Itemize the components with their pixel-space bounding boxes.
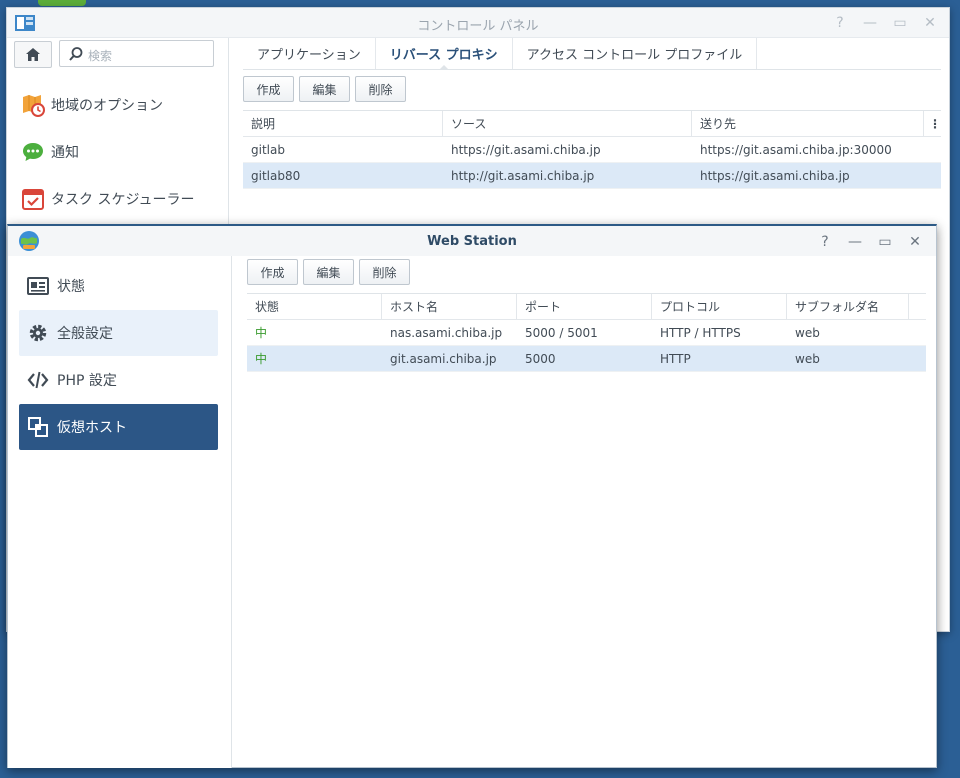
close-icon[interactable]: ✕ (900, 233, 930, 251)
web-station-main: 作成 編集 削除 状態 ホスト名 ポート プロトコル サブフォルダ名 中 nas… (247, 256, 927, 768)
desktop-icon-fragment (38, 0, 86, 6)
cell-destination: https://git.asami.chiba.jp (700, 168, 850, 183)
column-header-hostname[interactable]: ホスト名 (382, 293, 517, 320)
column-header-subfolder[interactable]: サブフォルダ名 (787, 293, 909, 320)
gear-icon (29, 324, 47, 342)
sidebar-item-status[interactable]: 状態 (19, 263, 218, 309)
sidebar-item-notification[interactable]: 通知 (21, 137, 79, 167)
cell-hostname: nas.asami.chiba.jp (390, 325, 503, 340)
column-header-protocol[interactable]: プロトコル (652, 293, 787, 320)
home-button[interactable] (14, 41, 52, 68)
cell-protocol: HTTP / HTTPS (660, 325, 741, 340)
toolbar: 作成 編集 削除 (243, 76, 406, 102)
sidebar-item-virtual-host[interactable]: 仮想ホスト (19, 404, 218, 450)
column-header-port[interactable]: ポート (517, 293, 652, 320)
notification-icon (23, 143, 43, 161)
cell-description: gitlab (251, 142, 285, 157)
sidebar-item-general-settings[interactable]: 全般設定 (19, 310, 218, 356)
virtual-host-table: 状態 ホスト名 ポート プロトコル サブフォルダ名 中 nas.asami.ch… (247, 293, 926, 372)
cell-subfolder: web (795, 351, 820, 366)
table-row[interactable]: gitlab https://git.asami.chiba.jp https:… (243, 137, 941, 163)
task-scheduler-icon (22, 189, 44, 210)
control-panel-title: コントロール パネル (417, 19, 539, 34)
region-options-icon (23, 95, 45, 117)
cell-port: 5000 / 5001 (525, 325, 598, 340)
web-station-titlebar[interactable]: Web Station ? — ▭ ✕ (8, 226, 936, 256)
table-row[interactable]: 中 nas.asami.chiba.jp 5000 / 5001 HTTP / … (247, 320, 926, 346)
column-header-description[interactable]: 説明 (243, 110, 443, 137)
cell-source: https://git.asami.chiba.jp (451, 142, 601, 157)
tab-application[interactable]: アプリケーション (243, 38, 376, 69)
web-station-window: Web Station ? — ▭ ✕ 状態 全般設定 PHP 設定 仮想ホスト… (7, 224, 937, 768)
table-header: 説明 ソース 送り先 ⋮ (243, 110, 941, 137)
column-header-source[interactable]: ソース (443, 110, 692, 137)
sidebar-item-label: PHP 設定 (57, 373, 117, 389)
cell-destination: https://git.asami.chiba.jp:30000 (700, 142, 892, 157)
sidebar-item-label: 通知 (51, 145, 79, 161)
cell-description: gitlab80 (251, 168, 301, 183)
maximize-icon[interactable]: ▭ (885, 14, 915, 32)
tab-bar: アプリケーション リバース プロキシ アクセス コントロール プロファイル (243, 38, 941, 70)
home-icon (26, 48, 40, 61)
minimize-icon[interactable]: — (855, 14, 885, 32)
virtual-host-icon (28, 417, 48, 437)
tab-access-control-profile[interactable]: アクセス コントロール プロファイル (513, 38, 758, 69)
cell-subfolder: web (795, 325, 820, 340)
sidebar-item-label: タスク スケジューラー (51, 192, 195, 208)
maximize-icon[interactable]: ▭ (870, 233, 900, 251)
close-icon[interactable]: ✕ (915, 14, 945, 32)
tab-reverse-proxy[interactable]: リバース プロキシ (376, 38, 513, 70)
search-icon (69, 47, 83, 61)
delete-button[interactable]: 削除 (359, 259, 410, 285)
create-button[interactable]: 作成 (243, 76, 294, 102)
cell-status: 中 (255, 352, 268, 366)
web-station-sidebar: 状態 全般設定 PHP 設定 仮想ホスト (8, 256, 232, 768)
table-header: 状態 ホスト名 ポート プロトコル サブフォルダ名 (247, 293, 926, 320)
reverse-proxy-table: 説明 ソース 送り先 ⋮ gitlab https://git.asami.ch… (243, 110, 941, 189)
code-icon (27, 371, 49, 389)
cell-status: 中 (255, 326, 268, 340)
cell-port: 5000 (525, 351, 556, 366)
edit-button[interactable]: 編集 (303, 259, 354, 285)
search-placeholder: 検索 (88, 49, 113, 63)
table-row[interactable]: 中 git.asami.chiba.jp 5000 HTTP web (247, 346, 926, 372)
minimize-icon[interactable]: — (840, 233, 870, 251)
edit-button[interactable]: 編集 (299, 76, 350, 102)
control-panel-titlebar[interactable]: コントロール パネル ? — ▭ ✕ (7, 8, 949, 38)
status-icon (27, 277, 49, 295)
sidebar-item-label: 仮想ホスト (57, 420, 127, 436)
help-icon[interactable]: ? (810, 233, 840, 251)
table-row[interactable]: gitlab80 http://git.asami.chiba.jp https… (243, 163, 941, 189)
toolbar: 作成 編集 削除 (247, 259, 410, 285)
help-icon[interactable]: ? (825, 14, 855, 32)
delete-button[interactable]: 削除 (355, 76, 406, 102)
cell-protocol: HTTP (660, 351, 691, 366)
cell-source: http://git.asami.chiba.jp (451, 168, 595, 183)
cell-hostname: git.asami.chiba.jp (390, 351, 497, 366)
sidebar-item-label: 全般設定 (57, 326, 113, 342)
sidebar-item-region-options[interactable]: 地域のオプション (21, 90, 163, 120)
sidebar-item-task-scheduler[interactable]: タスク スケジューラー (21, 184, 194, 214)
column-header-spacer (909, 294, 926, 320)
column-header-destination[interactable]: 送り先 (692, 110, 924, 137)
sidebar-item-php-settings[interactable]: PHP 設定 (19, 357, 218, 403)
column-header-status[interactable]: 状態 (247, 293, 382, 320)
create-button[interactable]: 作成 (247, 259, 298, 285)
web-station-title: Web Station (427, 234, 517, 249)
search-input[interactable]: 検索 (59, 40, 214, 67)
sidebar-item-label: 地域のオプション (51, 98, 163, 114)
sidebar-item-label: 状態 (57, 279, 85, 295)
column-menu-icon[interactable]: ⋮ (924, 111, 941, 137)
